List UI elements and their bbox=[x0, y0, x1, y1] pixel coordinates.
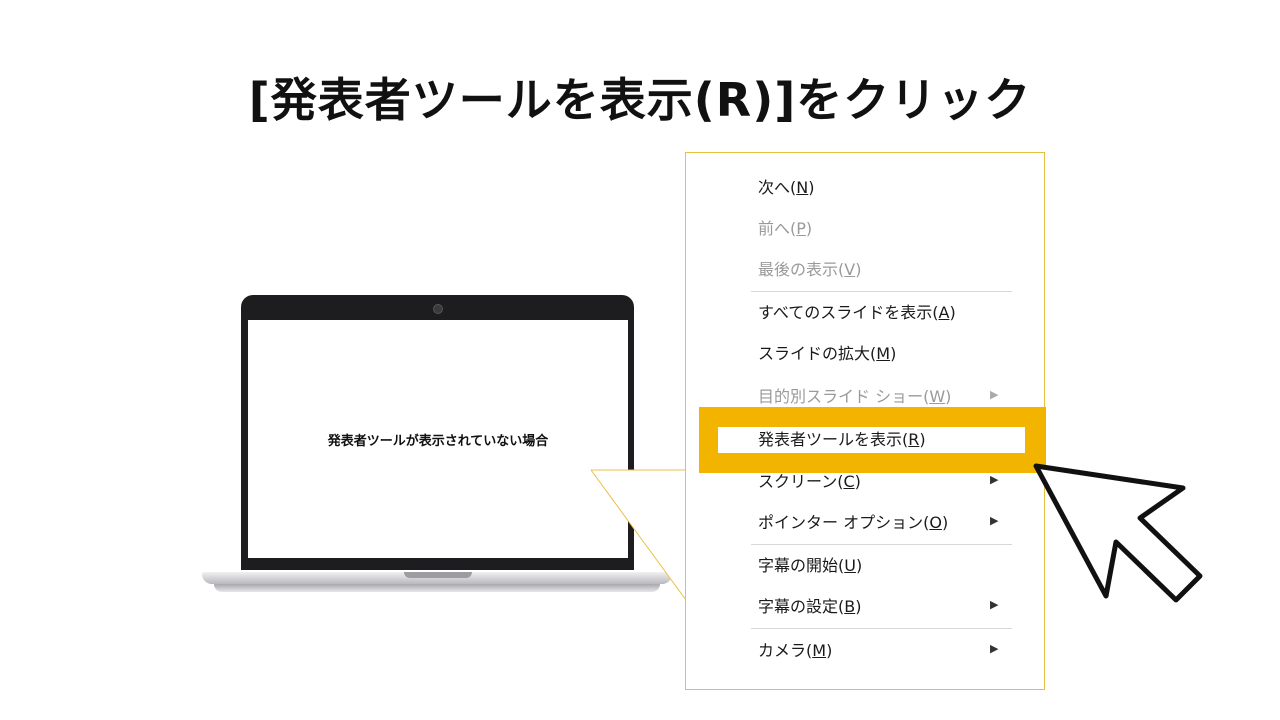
slide-title: [発表者ツールを表示(R)]をクリック bbox=[248, 73, 1032, 127]
chevron-right-icon: ▶ bbox=[990, 388, 999, 401]
menu-separator bbox=[751, 628, 1012, 629]
chevron-right-icon: ▶ bbox=[990, 473, 999, 486]
menu-separator bbox=[751, 544, 1012, 545]
mouse-pointer-icon bbox=[1033, 463, 1203, 603]
screen-message: 発表者ツールが表示されていない場合 bbox=[327, 433, 549, 449]
chevron-right-icon: ▶ bbox=[990, 642, 999, 655]
menu-separator bbox=[751, 291, 1012, 292]
menu-item-start-subtitles[interactable]: 字幕の開始(U) bbox=[758, 551, 1038, 581]
menu-item-last-viewed: 最後の表示(V) bbox=[758, 260, 862, 279]
menu-item-show-presenter-view[interactable]: 発表者ツールを表示(R) bbox=[758, 425, 1038, 455]
laptop-base-edge bbox=[214, 584, 660, 592]
chevron-right-icon: ▶ bbox=[990, 514, 999, 527]
chevron-right-icon: ▶ bbox=[990, 598, 999, 611]
menu-item-next[interactable]: 次へ(N) bbox=[758, 173, 1038, 203]
menu-item-zoom[interactable]: スライドの拡大(M) bbox=[758, 339, 1038, 369]
laptop-screen: 発表者ツールが表示されていない場合 bbox=[248, 320, 628, 558]
menu-item-see-all-slides[interactable]: すべてのスライドを表示(A) bbox=[758, 298, 1038, 328]
camera-icon bbox=[433, 304, 443, 314]
menu-item-previous: 前へ(P) bbox=[758, 219, 813, 238]
laptop-hinge bbox=[404, 572, 472, 578]
